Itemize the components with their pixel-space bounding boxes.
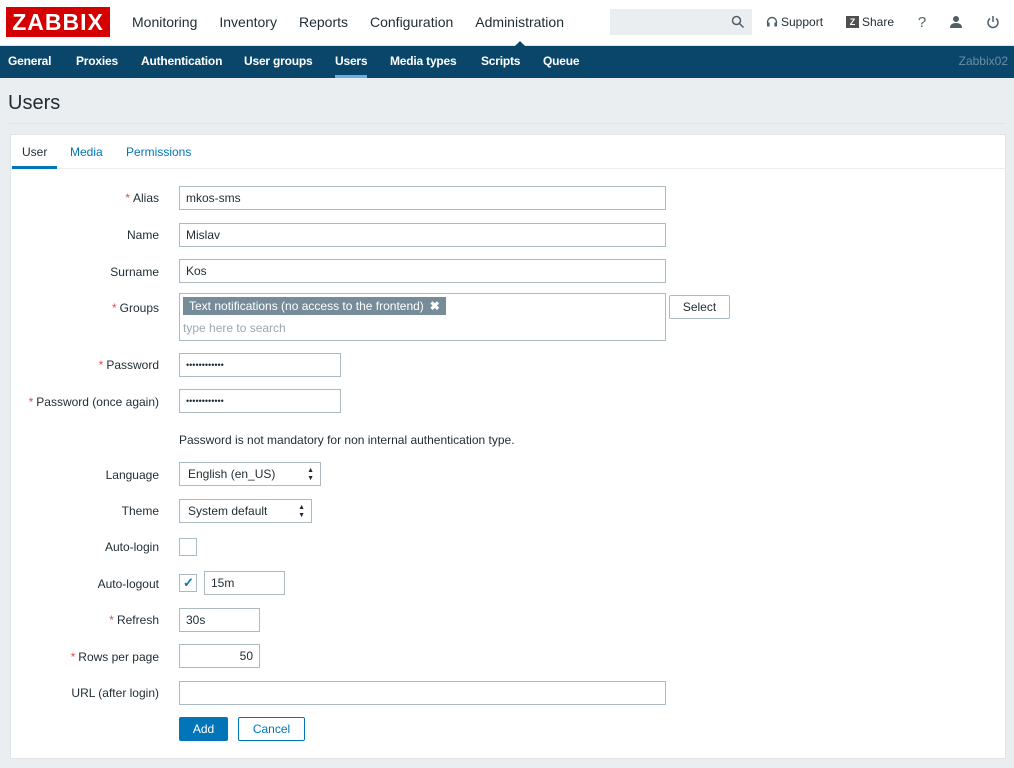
group-chip-label: Text notifications (no access to the fro…	[189, 299, 424, 313]
tab-permissions[interactable]: Permissions	[126, 145, 191, 159]
subnav-general[interactable]: General	[8, 46, 51, 78]
subnav-user-groups[interactable]: User groups	[244, 46, 313, 78]
theme-value: System default	[188, 504, 268, 518]
page-title: Users	[8, 92, 61, 114]
cancel-button[interactable]: Cancel	[238, 717, 305, 741]
required-mark: *	[70, 650, 76, 664]
alias-label-text: Alias	[132, 191, 159, 205]
menu-configuration[interactable]: Configuration	[359, 0, 464, 46]
remove-group-icon[interactable]: ✖	[430, 297, 440, 315]
rows-per-page-field[interactable]	[179, 644, 260, 668]
url-field[interactable]	[179, 681, 666, 705]
theme-select[interactable]: System default ▲ ▼	[179, 499, 312, 523]
required-mark: *	[109, 613, 114, 627]
name-label: Name	[126, 228, 159, 242]
surname-field[interactable]	[179, 259, 666, 283]
help-icon[interactable]: ?	[912, 12, 932, 32]
menu-reports[interactable]: Reports	[288, 0, 359, 46]
user-form-panel: User Media Permissions *Alias Name Surna…	[10, 134, 1006, 759]
sub-navigation: General Proxies Authentication User grou…	[0, 46, 1014, 78]
rows-per-page-label: * Rows per page	[71, 650, 159, 664]
search-icon[interactable]	[731, 14, 745, 30]
title-divider	[8, 123, 1006, 124]
menu-administration[interactable]: Administration	[464, 0, 575, 47]
subnav-proxies[interactable]: Proxies	[76, 46, 118, 78]
url-label: URL (after login)	[71, 686, 159, 700]
tab-media[interactable]: Media	[70, 145, 103, 159]
rows-per-page-label-text: Rows per page	[78, 650, 159, 664]
required-mark: *	[111, 301, 117, 315]
refresh-field[interactable]	[179, 608, 260, 632]
select-groups-button[interactable]: Select	[669, 295, 730, 319]
subnav-queue[interactable]: Queue	[543, 46, 580, 78]
auto-logout-label: Auto-logout	[97, 577, 159, 591]
share-icon: Z	[846, 16, 859, 28]
subnav-scripts[interactable]: Scripts	[481, 46, 520, 78]
auto-logout-checkbox[interactable]: ✓	[179, 574, 197, 592]
refresh-label-text: Refresh	[116, 613, 159, 627]
server-name: Zabbix02	[958, 54, 1008, 68]
password-label: * Password	[99, 358, 159, 372]
required-mark: *	[98, 358, 104, 372]
language-value: English (en_US)	[188, 467, 276, 481]
password-again-field[interactable]	[179, 389, 341, 413]
global-search	[610, 9, 752, 35]
user-profile-icon[interactable]	[946, 12, 966, 32]
menu-inventory[interactable]: Inventory	[208, 0, 288, 46]
search-input[interactable]	[611, 10, 729, 34]
subnav-media-types[interactable]: Media types	[390, 46, 457, 78]
auto-login-checkbox[interactable]	[179, 538, 197, 556]
password-hint: Password is not mandatory for non intern…	[179, 433, 515, 447]
groups-search-input[interactable]	[183, 319, 653, 337]
form-tabs: User Media Permissions	[11, 135, 1005, 169]
share-link[interactable]: Z Share	[846, 15, 894, 29]
menu-monitoring[interactable]: Monitoring	[120, 0, 208, 46]
alias-field[interactable]	[179, 186, 666, 210]
main-menu: Monitoring Inventory Reports Configurati…	[120, 0, 575, 47]
auto-login-label: Auto-login	[104, 540, 159, 554]
password-again-label-text: Password (once again)	[36, 395, 159, 409]
required-mark: *	[28, 395, 34, 409]
headset-icon	[766, 16, 778, 27]
select-arrows-icon: ▲ ▼	[298, 504, 305, 519]
support-link[interactable]: Support	[766, 15, 823, 29]
password-label-text: Password	[106, 358, 159, 372]
sign-out-icon[interactable]	[983, 12, 1003, 32]
checkmark-icon: ✓	[183, 575, 194, 590]
name-field[interactable]	[179, 223, 666, 247]
theme-label: Theme	[121, 504, 159, 518]
subnav-users[interactable]: Users	[335, 46, 368, 78]
support-label: Support	[781, 15, 824, 29]
tab-user[interactable]: User	[11, 145, 58, 169]
groups-label-text: Groups	[119, 301, 159, 315]
top-bar: ZABBIX Monitoring Inventory Reports Conf…	[0, 0, 1014, 47]
language-select[interactable]: English (en_US) ▲ ▼	[179, 462, 321, 486]
password-field[interactable]	[179, 353, 341, 377]
language-label: Language	[105, 468, 159, 482]
alias-label: * Alias	[125, 191, 159, 205]
share-label: Share	[862, 15, 895, 29]
surname-label: Surname	[110, 265, 159, 279]
zabbix-logo[interactable]: ZABBIX	[6, 7, 110, 37]
groups-label: * Groups	[112, 301, 159, 315]
group-chip: Text notifications (no access to the fro…	[183, 297, 446, 315]
required-mark: *	[125, 191, 130, 205]
password-again-label: * Password (once again)	[29, 395, 159, 409]
add-button[interactable]: Add	[179, 717, 228, 741]
groups-multiselect[interactable]: Text notifications (no access to the fro…	[179, 293, 666, 341]
refresh-label: * Refresh	[109, 613, 159, 627]
subnav-authentication[interactable]: Authentication	[141, 46, 222, 78]
auto-logout-field[interactable]	[204, 571, 285, 595]
select-arrows-icon: ▲ ▼	[307, 467, 314, 482]
